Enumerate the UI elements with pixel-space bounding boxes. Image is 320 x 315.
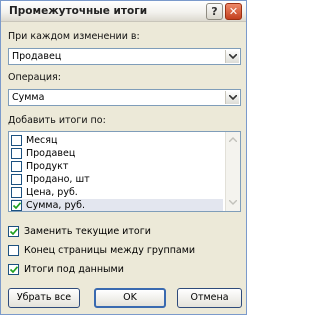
checkbox-checked[interactable] <box>11 200 22 211</box>
dialog-title: Промежуточные итоги <box>9 5 148 17</box>
chevron-down-icon[interactable] <box>225 50 239 63</box>
add-totals-label: Добавить итоги по: <box>8 115 106 126</box>
scroll-up-icon[interactable] <box>229 137 237 142</box>
list-item-label: Продавец <box>26 148 76 159</box>
operation-label: Операция: <box>8 72 61 83</box>
list-item-price[interactable]: Цена, руб. <box>11 186 223 199</box>
checkbox[interactable] <box>8 245 19 256</box>
checkbox[interactable] <box>11 161 22 172</box>
replace-current-label: Заменить текущие итоги <box>24 226 151 237</box>
subtotals-dialog: Промежуточные итоги ? ✕ При каждом измен… <box>0 0 247 315</box>
help-button[interactable]: ? <box>206 3 223 20</box>
list-item-month[interactable]: Месяц <box>11 134 223 147</box>
group-by-dropdown[interactable]: Продавец <box>8 48 241 65</box>
operation-value: Сумма <box>12 92 45 103</box>
summary-below-label: Итоги под данными <box>24 264 124 275</box>
group-by-label: При каждом изменении в: <box>8 31 140 42</box>
list-item-sold[interactable]: Продано, шт <box>11 173 223 186</box>
close-button[interactable]: ✕ <box>225 3 242 20</box>
operation-dropdown[interactable]: Сумма <box>8 89 241 106</box>
group-by-value: Продавец <box>12 51 62 62</box>
check-icon <box>10 228 18 235</box>
list-item-sum[interactable]: Сумма, руб. <box>11 199 223 211</box>
checkbox[interactable] <box>11 187 22 198</box>
list-scrollbar[interactable] <box>225 132 240 211</box>
list-item-label: Сумма, руб. <box>26 200 85 211</box>
add-totals-list[interactable]: Месяц Продавец Продукт Продано, шт Цена,… <box>8 131 241 212</box>
list-item-label: Продукт <box>26 161 69 172</box>
list-item-label: Цена, руб. <box>26 187 78 198</box>
ok-button[interactable]: OK <box>94 288 166 308</box>
checkbox-checked[interactable] <box>8 226 19 237</box>
scroll-down-icon[interactable] <box>229 200 237 205</box>
checkbox[interactable] <box>11 174 22 185</box>
list-item-product[interactable]: Продукт <box>11 160 223 173</box>
list-item-label: Продано, шт <box>26 174 90 185</box>
checkbox-checked[interactable] <box>8 264 19 275</box>
list-item-seller[interactable]: Продавец <box>11 147 223 160</box>
checkbox[interactable] <box>11 135 22 146</box>
list-item-label: Месяц <box>26 135 58 146</box>
page-break-label: Конец страницы между группами <box>24 245 196 256</box>
title-bar[interactable]: Промежуточные итоги ? ✕ <box>1 1 246 22</box>
checkbox[interactable] <box>11 148 22 159</box>
check-icon <box>10 266 18 273</box>
cancel-button[interactable]: Отмена <box>177 288 242 308</box>
check-icon <box>13 202 21 209</box>
remove-all-button[interactable]: Убрать все <box>8 288 80 308</box>
chevron-down-icon[interactable] <box>225 91 239 104</box>
